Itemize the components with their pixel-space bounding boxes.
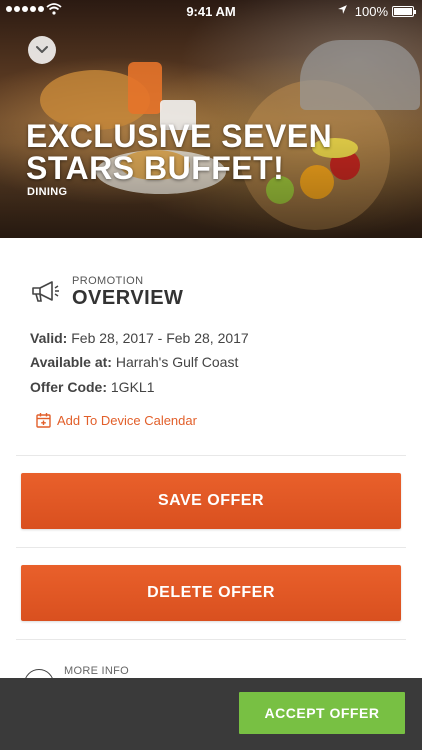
chafing-dish — [300, 40, 420, 110]
valid-value: Feb 28, 2017 - Feb 28, 2017 — [71, 330, 249, 346]
offer-title: EXCLUSIVE SEVEN STARS BUFFET! — [26, 118, 333, 186]
divider — [16, 547, 406, 548]
valid-row: Valid: Feb 28, 2017 - Feb 28, 2017 — [30, 330, 249, 346]
divider — [16, 639, 406, 640]
calendar-plus-icon — [36, 413, 51, 428]
available-row: Available at: Harrah's Gulf Coast — [30, 354, 238, 370]
overview-eyebrow: PROMOTION — [72, 275, 144, 287]
valid-label: Valid: — [30, 330, 68, 346]
offer-code-label: Offer Code: — [30, 379, 107, 395]
juice-glass — [128, 62, 162, 114]
available-value: Harrah's Gulf Coast — [115, 354, 239, 370]
more-info-label: MORE INFO — [64, 665, 130, 677]
location-arrow-icon — [338, 5, 347, 14]
chevron-down-icon — [36, 46, 48, 53]
accept-offer-button[interactable]: ACCEPT OFFER — [239, 692, 405, 734]
battery-percent: 100% — [354, 4, 388, 19]
add-to-calendar-label: Add To Device Calendar — [57, 412, 197, 428]
offer-code-row: Offer Code: 1GKL1 — [30, 379, 154, 395]
overview-header: PROMOTION OVERVIEW — [30, 275, 183, 308]
bottom-action-bar: ACCEPT OFFER — [0, 678, 422, 750]
offer-category: DINING — [27, 186, 68, 198]
add-to-calendar-link[interactable]: Add To Device Calendar — [36, 412, 197, 428]
hero-image: 9:41 AM 100% EXCLUSIVE SEVEN STARS BUFFE… — [0, 0, 422, 238]
delete-offer-button[interactable]: DELETE OFFER — [21, 565, 401, 621]
collapse-button[interactable] — [28, 36, 56, 64]
save-offer-button[interactable]: SAVE OFFER — [21, 473, 401, 529]
status-bar: 9:41 AM 100% — [0, 0, 422, 22]
offer-code-value: 1GKL1 — [110, 379, 155, 395]
battery-icon — [392, 6, 416, 17]
overview-title: OVERVIEW — [72, 287, 184, 309]
available-label: Available at: — [30, 354, 112, 370]
divider — [16, 455, 406, 456]
megaphone-icon — [32, 280, 59, 302]
